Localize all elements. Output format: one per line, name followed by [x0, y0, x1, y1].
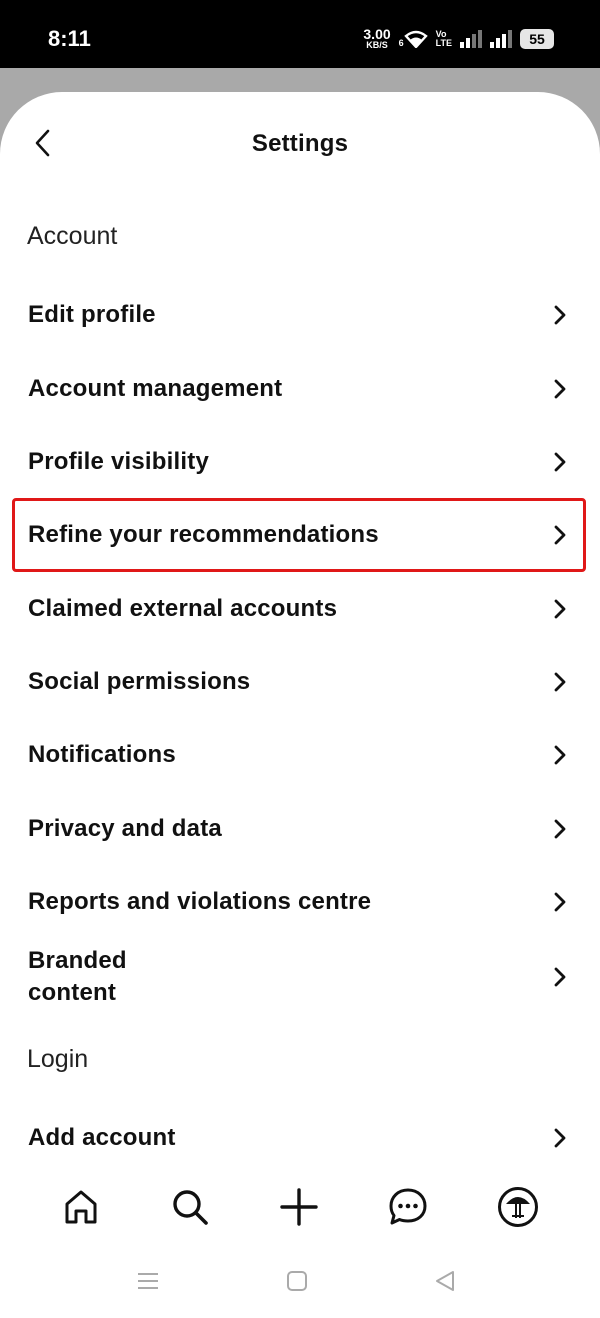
settings-item-profile-visibility[interactable]: Profile visibility [12, 440, 586, 484]
settings-item-label: Social permissions [28, 668, 251, 695]
settings-item-branded-content[interactable]: Branded content [12, 941, 586, 1013]
settings-item-account-management[interactable]: Account management [12, 367, 586, 411]
chevron-right-icon [554, 672, 566, 692]
settings-item-claimed-external-accounts[interactable]: Claimed external accounts [12, 587, 586, 631]
settings-item-add-account[interactable]: Add account [12, 1116, 586, 1160]
chevron-right-icon [554, 819, 566, 839]
chevron-right-icon [554, 745, 566, 765]
system-recents-button[interactable] [135, 1268, 161, 1294]
settings-item-edit-profile[interactable]: Edit profile [12, 293, 586, 337]
plus-icon [280, 1188, 318, 1226]
chevron-right-icon [554, 892, 566, 912]
triangle-back-icon [436, 1271, 454, 1291]
settings-item-label: Branded content [28, 945, 127, 1009]
volte-indicator: Vo LTE [436, 30, 452, 48]
section-header-login: Login [27, 1045, 89, 1073]
chevron-right-icon [554, 305, 566, 325]
network-speed: 3.00 KB/S [363, 27, 390, 50]
settings-item-privacy-and-data[interactable]: Privacy and data [12, 807, 586, 851]
settings-item-social-permissions[interactable]: Social permissions [12, 660, 586, 704]
battery-icon: 55 [520, 29, 554, 49]
menu-lines-icon [138, 1273, 158, 1289]
status-icons: 3.00 KB/S 6 Vo LTE 55 [363, 26, 554, 52]
settings-item-label: Add account [28, 1124, 176, 1151]
settings-item-label: Refine your recommendations [28, 521, 379, 548]
branded-content-line-1: Branded [28, 947, 127, 974]
signal-icon-2 [490, 30, 512, 48]
settings-item-label: Profile visibility [28, 448, 209, 475]
settings-item-label: Account management [28, 375, 283, 402]
nav-home[interactable] [57, 1183, 105, 1231]
system-nav-bar [0, 1240, 600, 1318]
chevron-right-icon [554, 599, 566, 619]
status-bar: 8:11 3.00 KB/S 6 Vo LTE 55 [0, 0, 600, 68]
chevron-right-icon [554, 1128, 566, 1148]
volte-bottom: LTE [435, 38, 452, 48]
settings-item-label: Privacy and data [28, 815, 222, 842]
system-home-button[interactable] [284, 1268, 310, 1294]
settings-item-label: Notifications [28, 741, 176, 768]
chevron-right-icon [554, 452, 566, 472]
nav-messages[interactable] [384, 1183, 432, 1231]
nav-profile[interactable] [494, 1183, 542, 1231]
settings-item-notifications[interactable]: Notifications [12, 733, 586, 777]
settings-item-label: Reports and violations centre [28, 888, 372, 915]
square-icon [287, 1271, 307, 1291]
nav-search[interactable] [166, 1183, 214, 1231]
chevron-right-icon [554, 379, 566, 399]
home-icon [65, 1190, 97, 1224]
branded-content-line-2: content [28, 979, 117, 1006]
settings-sheet: Settings Account Edit profile Account ma… [0, 92, 600, 1318]
section-header-account: Account [27, 222, 118, 250]
status-time: 8:11 [48, 26, 91, 51]
system-back-button[interactable] [432, 1268, 458, 1294]
bottom-nav-bar [0, 1170, 600, 1240]
network-speed-unit: KB/S [366, 40, 388, 50]
settings-item-reports-and-violations[interactable]: Reports and violations centre [12, 880, 586, 924]
chevron-right-icon [554, 525, 566, 545]
settings-item-refine-recommendations[interactable]: Refine your recommendations [12, 498, 586, 572]
settings-item-label: Edit profile [28, 301, 156, 328]
nav-create[interactable] [275, 1183, 323, 1231]
wifi-icon: 6 [399, 30, 428, 48]
profile-avatar-icon [498, 1187, 538, 1227]
search-icon [173, 1190, 208, 1225]
chevron-right-icon [554, 967, 566, 987]
chat-bubble-icon [389, 1188, 427, 1225]
signal-icon [460, 30, 482, 48]
page-title: Settings [251, 130, 349, 157]
settings-item-label: Claimed external accounts [28, 595, 338, 622]
